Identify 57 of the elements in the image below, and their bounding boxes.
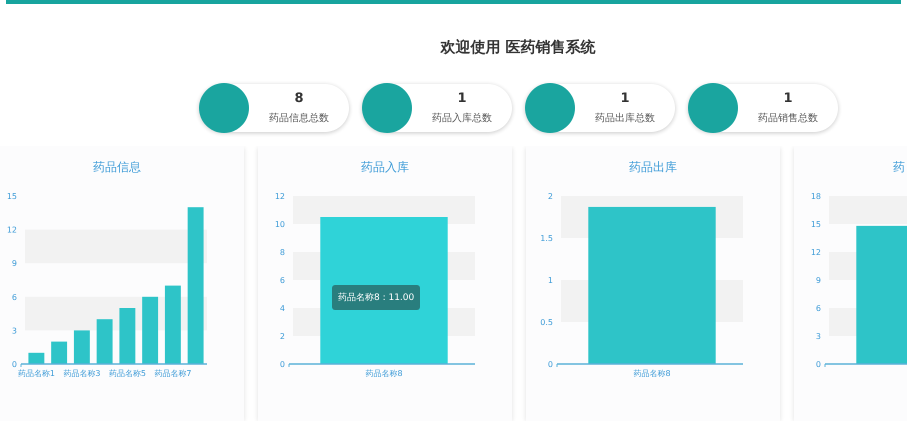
- axis-tick-label: 0: [548, 360, 553, 369]
- axis-tick-label: 2: [280, 332, 285, 341]
- axis-tick-label: 0: [12, 360, 17, 369]
- bar[interactable]: [28, 352, 44, 364]
- axis-tick-label: 10: [274, 220, 285, 229]
- axis-tick-label: 6: [280, 276, 285, 285]
- bar[interactable]: [164, 286, 181, 364]
- stat-icon: [525, 83, 575, 133]
- axis-tick-label: 18: [810, 192, 821, 201]
- axis-category-label: 药品名称3: [63, 369, 100, 378]
- bar[interactable]: [96, 319, 113, 364]
- stat-icon: [688, 83, 738, 133]
- stat-icon: [362, 83, 412, 133]
- bar[interactable]: [119, 308, 136, 364]
- axis-tick-label: 2: [548, 192, 553, 201]
- axis-tick-label: 12: [810, 248, 821, 257]
- axis-category-label: 药品名称8: [633, 369, 671, 378]
- stat-label: 药品出库总数: [595, 112, 655, 125]
- axis-category-label: 药品名称1: [18, 369, 55, 378]
- axis-tick-label: 6: [12, 292, 17, 302]
- axis-tick-label: 0: [280, 360, 285, 369]
- axis-tick-label: 9: [12, 259, 17, 268]
- chart-title: 药品信息: [93, 160, 141, 174]
- stat-label: 药品入库总数: [432, 112, 492, 125]
- axis-category-label: 药品名称5: [108, 369, 146, 378]
- axis-tick-label: 1: [548, 276, 553, 285]
- stat-value: 1: [457, 91, 467, 106]
- axis-tick-label: 1.5: [540, 234, 553, 243]
- axis-tick-label: 12: [274, 192, 285, 201]
- chart-title: 药: [893, 160, 905, 174]
- stat-icon: [199, 83, 249, 133]
- axis-category-label: 药品名称7: [154, 369, 192, 378]
- stat-value: 1: [783, 91, 793, 106]
- stat-label: 药品销售总数: [758, 112, 818, 125]
- page-title: 欢迎使用 医药销售系统: [439, 37, 597, 58]
- stat-value: 1: [620, 91, 630, 106]
- bar[interactable]: [51, 342, 68, 364]
- chart-title: 药品入库: [361, 160, 409, 174]
- bar[interactable]: [188, 207, 204, 364]
- axis-tick-label: 9: [816, 276, 821, 285]
- axis-tick-label: 3: [12, 326, 17, 336]
- stat-label: 药品信息总数: [269, 112, 329, 125]
- stat-value: 8: [294, 91, 304, 106]
- bar[interactable]: [74, 330, 90, 364]
- axis-tick-label: 12: [6, 226, 17, 235]
- tooltip: 药品名称8 : 11.00: [332, 285, 420, 310]
- axis-tick-label: 3: [816, 332, 821, 341]
- bar[interactable]: [142, 296, 158, 364]
- axis-tick-label: 6: [816, 304, 821, 313]
- axis-tick-label: 15: [6, 192, 17, 201]
- chart-title: 药品出库: [629, 160, 677, 174]
- axis-tick-label: 4: [280, 304, 285, 313]
- axis-tick-label: 8: [280, 248, 285, 257]
- axis-tick-label: 0: [816, 360, 821, 369]
- axis-category-label: 药品名称8: [365, 369, 403, 378]
- axis-tick-label: 0.5: [540, 318, 553, 327]
- axis-tick-label: 15: [810, 220, 821, 229]
